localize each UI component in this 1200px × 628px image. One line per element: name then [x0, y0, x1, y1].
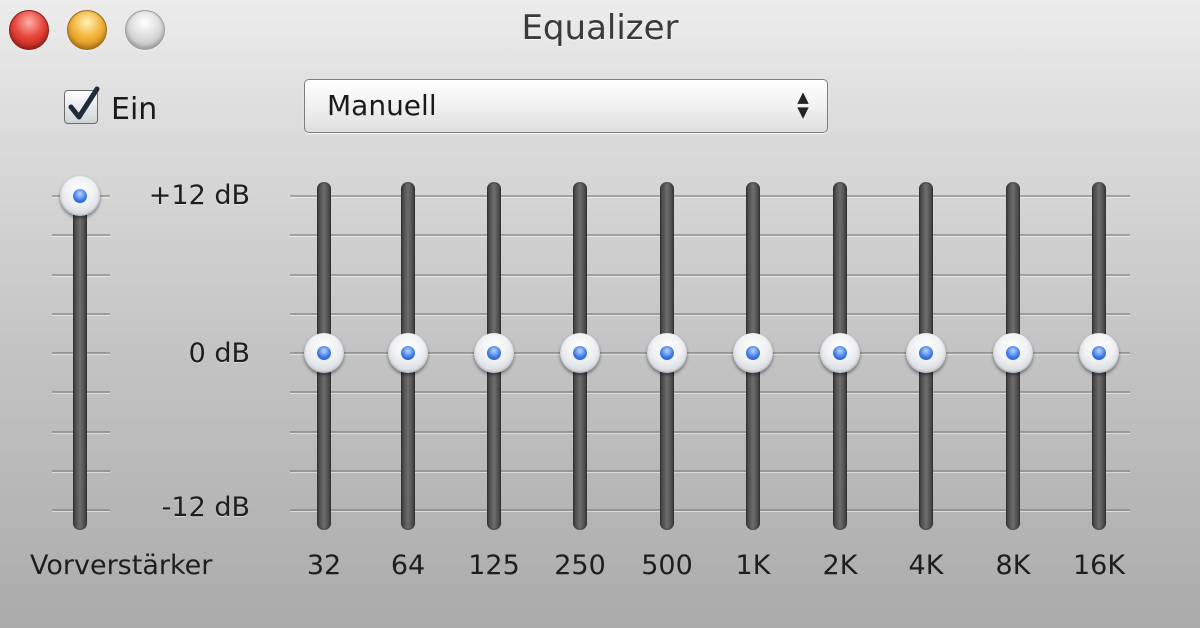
preset-select-value: Manuell — [327, 89, 437, 122]
knob-indicator-icon — [1006, 346, 1020, 360]
knob-indicator-icon — [487, 346, 501, 360]
band-slider-knob[interactable] — [820, 333, 860, 373]
band-slider-knob[interactable] — [647, 333, 687, 373]
preamp-slider-knob[interactable] — [60, 176, 100, 216]
gridline — [290, 195, 1130, 197]
band-label: 64 — [390, 550, 426, 581]
band-label: 125 — [468, 550, 520, 581]
knob-indicator-icon — [746, 346, 760, 360]
band-label: 1K — [735, 550, 771, 581]
knob-indicator-icon — [833, 346, 847, 360]
band-slider-knob[interactable] — [906, 333, 946, 373]
knob-indicator-icon — [73, 189, 87, 203]
band-label: 2K — [822, 550, 858, 581]
window-title: Equalizer — [521, 8, 679, 48]
scale-mid-label: 0 dB — [188, 338, 250, 369]
band-slider-knob[interactable] — [474, 333, 514, 373]
gridline — [290, 430, 1130, 433]
preamp-slider-track[interactable] — [73, 182, 87, 530]
scale-min-label: -12 dB — [161, 492, 250, 523]
knob-indicator-icon — [573, 346, 587, 360]
preamp-label: Vorverstärker — [30, 550, 213, 581]
knob-indicator-icon — [660, 346, 674, 360]
gridline — [290, 234, 1130, 237]
band-slider-knob[interactable] — [1079, 333, 1119, 373]
band-label: 250 — [554, 550, 606, 581]
enable-checkbox-label[interactable]: Ein — [111, 92, 157, 127]
knob-indicator-icon — [919, 346, 933, 360]
band-label: 500 — [641, 550, 693, 581]
knob-indicator-icon — [1092, 346, 1106, 360]
band-slider-knob[interactable] — [733, 333, 773, 373]
gridline — [290, 469, 1130, 472]
knob-indicator-icon — [401, 346, 415, 360]
equalizer-window: Equalizer Ein Manuell ▲ ▼ +12 dB 0 dB -12… — [0, 0, 1200, 628]
gridline — [290, 391, 1130, 394]
enable-checkbox[interactable] — [64, 86, 100, 124]
gridline — [290, 273, 1130, 276]
preset-select[interactable]: Manuell ▲ ▼ — [304, 79, 828, 133]
band-slider-knob[interactable] — [560, 333, 600, 373]
up-down-arrows-icon: ▲ ▼ — [797, 88, 809, 121]
scale-max-label: +12 dB — [148, 180, 250, 211]
band-label: 8K — [995, 550, 1031, 581]
gridline — [290, 509, 1130, 511]
band-slider-knob[interactable] — [993, 333, 1033, 373]
gridline — [290, 312, 1130, 315]
checkmark-icon — [68, 86, 100, 120]
band-label: 4K — [908, 550, 944, 581]
band-slider-knob[interactable] — [388, 333, 428, 373]
band-slider-knob[interactable] — [304, 333, 344, 373]
band-label: 16K — [1072, 550, 1126, 581]
knob-indicator-icon — [317, 346, 331, 360]
